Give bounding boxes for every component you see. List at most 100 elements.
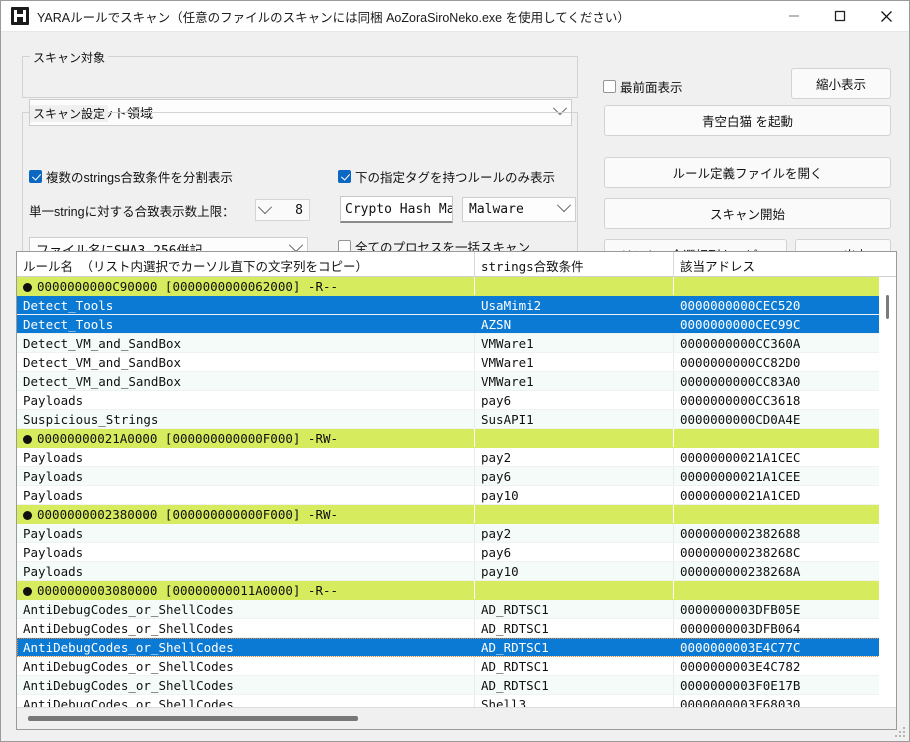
cell-address: 0000000000CC82D0 [680,355,801,370]
minimize-button[interactable] [771,1,817,31]
horizontal-scroll-thumb[interactable] [28,716,358,721]
table-row[interactable]: Payloads pay6 00000000021A1CEE [17,467,896,486]
cell-strings-match: VMWare1 [475,372,674,390]
tag-preset-combo[interactable]: Malware [462,197,576,222]
cell-address [674,581,881,599]
chevron-down-icon[interactable] [256,200,274,215]
cell-address: 0000000003E4C782 [680,659,801,674]
table-row[interactable]: Detect_VM_and_SandBox VMWare1 0000000000CC… [17,372,896,391]
table-row[interactable]: Suspicious_Strings SusAPI1 0000000000CD0A4… [17,410,896,429]
table-row[interactable]: AntiDebugCodes_or_ShellCodes AD_RDTSC1 000… [17,600,896,619]
cell-rule-name: 00000000021A0000 [000000000000F000] -RW- [17,429,475,447]
column-header-address[interactable]: 該当アドレス [674,252,881,276]
table-row[interactable]: Payloads pay10 000000000238268A [17,562,896,581]
cell-rule-name: 0000000002380000 [000000000000F000] -RW- [17,505,475,523]
vertical-scroll-thumb[interactable] [886,295,889,319]
tag-preset-value: Malware [469,202,524,217]
close-button[interactable] [863,1,909,31]
table-row[interactable]: AntiDebugCodes_or_ShellCodes AD_RDTSC1 000… [17,657,896,676]
cell-strings-match: pay2 [475,448,674,466]
cell-rule-name: Payloads [17,562,475,580]
cell-address: 0000000003DFB05E [680,602,801,617]
cell-rule-name: Payloads [17,486,475,504]
table-row[interactable]: Detect_VM_and_SandBox VMWare1 0000000000CC… [17,334,896,353]
scan-settings-group-label: スキャン設定 [30,105,109,122]
cell-strings-match: pay6 [475,391,674,409]
cell-strings-match: pay6 [475,543,674,561]
tag-only-label: 下の指定タグを持つルールのみ表示 [355,171,556,185]
listview-body: 0000000000C90000 [0000000000062000] -R--… [17,277,896,707]
cell-address: 00000000021A1CEE [680,469,801,484]
scan-target-group-label: スキャン対象 [30,49,109,66]
tag-filter-value: Crypto Hash Ma [345,201,453,217]
region-label: 0000000003080000 [00000000011A0000] -R-- [37,583,339,598]
region-bullet-icon [23,435,32,444]
chevron-down-icon [553,198,572,216]
table-row[interactable]: Detect_VM_and_SandBox VMWare1 0000000000CC… [17,353,896,372]
listview-rows: 0000000000C90000 [0000000000062000] -R--… [17,277,896,707]
region-label: 00000000021A0000 [000000000000F000] -RW- [37,431,339,446]
match-limit-label: 単一stringに対する合致表示数上限： [29,205,235,219]
table-row[interactable]: AntiDebugCodes_or_ShellCodes AD_RDTSC1 000… [17,638,896,657]
listview-vertical-scrollbar[interactable] [879,277,896,707]
table-row-region[interactable]: 00000000021A0000 [000000000000F000] -RW- [17,429,896,448]
cell-strings-match: AD_RDTSC1 [475,676,674,694]
cell-address: 000000000238268C [680,545,801,560]
table-row-region[interactable]: 0000000002380000 [000000000000F000] -RW- [17,505,896,524]
match-limit-value: 8 [295,202,303,218]
minimize-view-button[interactable]: 縮小表示 [791,68,891,99]
cell-address: 0000000000CC3618 [680,393,801,408]
cell-rule-name: 0000000000C90000 [0000000000062000] -R-- [17,277,475,295]
split-matches-checkbox[interactable]: 複数のstrings合致条件を分割表示 [29,167,233,186]
application-window: YARAルールでスキャン（任意のファイルのスキャンには同梱 AoZoraSiro… [0,0,910,742]
table-row[interactable]: AntiDebugCodes_or_ShellCodes AD_RDTSC1 000… [17,619,896,638]
cell-strings-match: pay2 [475,524,674,542]
cell-rule-name: AntiDebugCodes_or_ShellCodes [17,638,475,656]
region-bullet-icon [23,511,32,520]
checkbox-box [29,170,42,183]
cell-address: 0000000000CC360A [680,336,801,351]
cell-address: 0000000000CEC99C [680,317,801,332]
cell-address: 0000000000CC83A0 [680,374,801,389]
cell-rule-name: Payloads [17,448,475,466]
column-header-rule-name[interactable]: ルール名 （リスト内選択でカーソル直下の文字列をコピー） [17,252,475,276]
open-rule-file-button[interactable]: ルール定義ファイルを開く [604,157,891,188]
cell-strings-match [475,429,674,447]
table-row[interactable]: Payloads pay10 00000000021A1CED [17,486,896,505]
table-row[interactable]: Detect_Tools UsaMimi2 0000000000CEC520 [17,296,896,315]
table-row[interactable]: Payloads pay6 000000000238268C [17,543,896,562]
launch-aozorasironeko-button[interactable]: 青空白猫 を起動 [604,105,891,136]
resize-grip-icon[interactable] [894,726,906,738]
tag-only-checkbox[interactable]: 下の指定タグを持つルールのみ表示 [338,167,555,186]
table-row[interactable]: Payloads pay2 00000000021A1CEC [17,448,896,467]
results-listview[interactable]: ルール名 （リスト内選択でカーソル直下の文字列をコピー） strings合致条件… [16,251,897,730]
table-row[interactable]: Payloads pay2 0000000002382688 [17,524,896,543]
cell-strings-match: AD_RDTSC1 [475,657,674,675]
cell-strings-match [475,505,674,523]
window-title: YARAルールでスキャン（任意のファイルのスキャンには同梱 AoZoraSiro… [37,10,630,25]
cell-address: 0000000003E4C77C [680,640,801,655]
topmost-checkbox[interactable]: 最前面表示 [603,77,683,96]
table-row[interactable]: AntiDebugCodes_or_ShellCodes AD_RDTSC1 000… [17,676,896,695]
table-row[interactable]: Payloads pay6 0000000000CC3618 [17,391,896,410]
column-header-strings-match[interactable]: strings合致条件 [475,252,674,276]
region-label: 0000000002380000 [000000000000F000] -RW- [37,507,339,522]
cell-strings-match: VMWare1 [475,353,674,371]
region-bullet-icon [23,587,32,596]
table-row[interactable]: AntiDebugCodes_or_ShellCodes Shell3 000000… [17,695,896,707]
tag-filter-input[interactable]: Crypto Hash Ma [340,196,453,223]
cell-strings-match: pay10 [475,562,674,580]
table-row[interactable]: Detect_Tools AZSN 0000000000CEC99C [17,315,896,334]
scan-target-group: スキャン対象 [22,49,578,98]
table-row-region[interactable]: 0000000000C90000 [0000000000062000] -R-- [17,277,896,296]
cell-address: 0000000000CD0A4E [680,412,801,427]
match-limit-spinner[interactable]: 8 [255,199,310,221]
table-row-region[interactable]: 0000000003080000 [00000000011A0000] -R-- [17,581,896,600]
cell-strings-match [475,277,674,295]
start-scan-button[interactable]: スキャン開始 [604,198,891,229]
cell-strings-match: VMWare1 [475,334,674,352]
listview-horizontal-scrollbar[interactable] [17,707,896,729]
cell-rule-name: AntiDebugCodes_or_ShellCodes [17,695,475,707]
maximize-button[interactable] [817,1,863,31]
cell-rule-name: Suspicious_Strings [17,410,475,428]
